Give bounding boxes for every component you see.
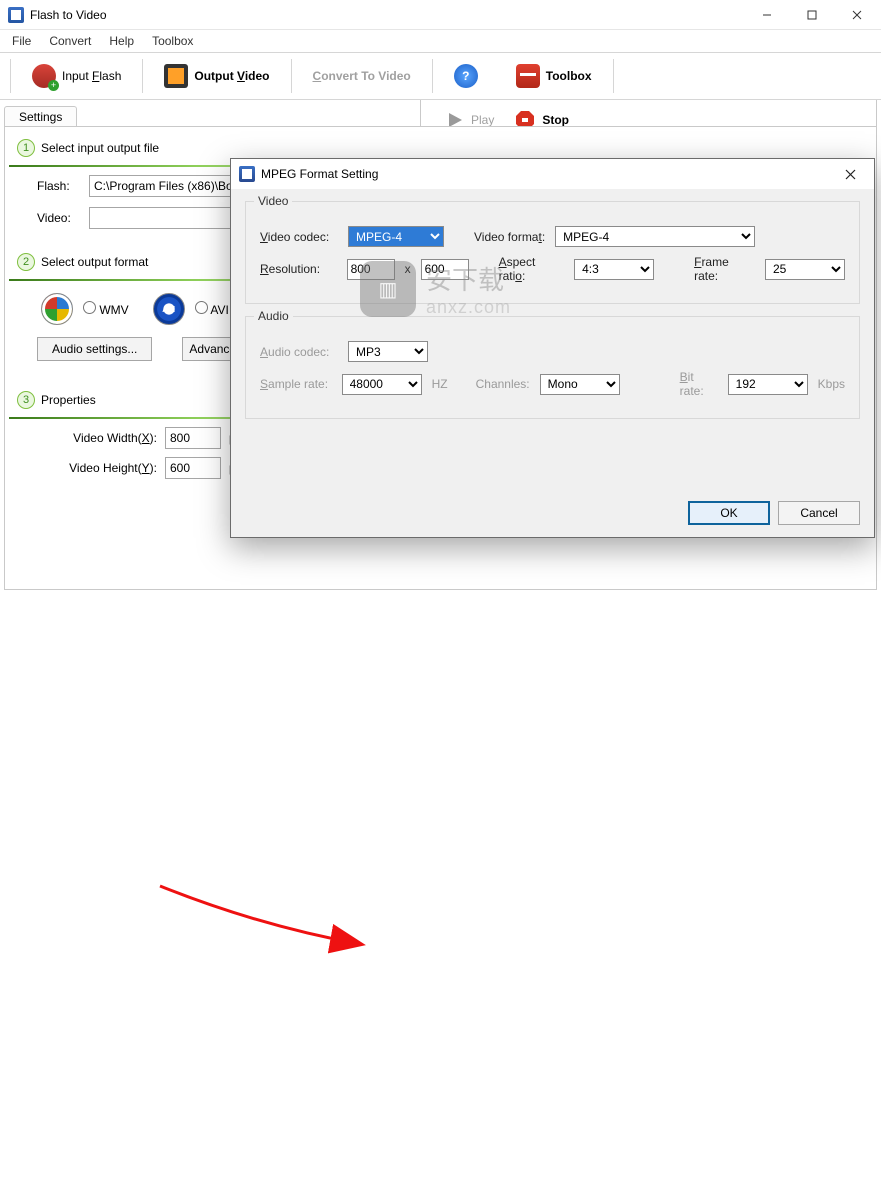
- avi-radio[interactable]: AVI: [195, 301, 229, 317]
- toolbar: + Input Flash Output Video Convert To Vi…: [0, 52, 881, 100]
- wmv-icon: [41, 293, 73, 325]
- help-icon: ?: [454, 64, 478, 88]
- resolution-height-input[interactable]: [421, 259, 469, 280]
- menu-file[interactable]: File: [4, 32, 39, 50]
- tool-convert-to-video: Convert To Video: [294, 56, 430, 96]
- toolbox-icon: [516, 64, 540, 88]
- app-icon: [8, 7, 24, 23]
- input-flash-icon: +: [32, 64, 56, 88]
- video-width-input[interactable]: [165, 427, 221, 449]
- tool-output-video[interactable]: Output Video: [145, 56, 288, 96]
- dialog-close-button[interactable]: [830, 160, 870, 188]
- video-height-input[interactable]: [165, 457, 221, 479]
- menubar: File Convert Help Toolbox: [0, 30, 881, 52]
- video-group: Video Video codec: MPEG-4 Video format: …: [245, 201, 860, 304]
- aspect-ratio-select[interactable]: 4:3: [574, 259, 654, 280]
- maximize-button[interactable]: [789, 0, 834, 30]
- video-width-label: Video Width(X):: [57, 431, 157, 445]
- video-label: Video:: [37, 211, 81, 225]
- ok-button[interactable]: OK: [688, 501, 770, 525]
- menu-toolbox[interactable]: Toolbox: [144, 32, 201, 50]
- video-input[interactable]: [89, 207, 249, 229]
- flash-input[interactable]: [89, 175, 249, 197]
- tool-toolbox[interactable]: Toolbox: [497, 56, 611, 96]
- video-codec-select[interactable]: MPEG-4: [348, 226, 444, 247]
- titlebar: Flash to Video: [0, 0, 881, 30]
- menu-help[interactable]: Help: [101, 32, 142, 50]
- tab-settings[interactable]: Settings: [4, 106, 77, 128]
- annotation-arrow: [0, 596, 881, 1192]
- tool-input-flash[interactable]: + Input Flash: [13, 56, 140, 96]
- dialog-icon: [239, 166, 255, 182]
- channels-select[interactable]: Mono: [540, 374, 620, 395]
- mpeg-format-dialog: MPEG Format Setting Video Video codec: M…: [230, 158, 875, 538]
- step1-header: 1Select input output file: [17, 139, 864, 157]
- output-video-icon: [164, 64, 188, 88]
- video-format-select[interactable]: MPEG-4: [555, 226, 755, 247]
- tool-help[interactable]: ?: [435, 56, 497, 96]
- wmv-radio[interactable]: WMV: [83, 301, 129, 317]
- frame-rate-select[interactable]: 25: [765, 259, 845, 280]
- flash-label: Flash:: [37, 179, 81, 193]
- bit-rate-select[interactable]: 192: [728, 374, 808, 395]
- window-title: Flash to Video: [30, 8, 744, 22]
- cancel-button[interactable]: Cancel: [778, 501, 860, 525]
- audio-group: Audio Audio codec: MP3 Sample rate: 4800…: [245, 316, 860, 419]
- audio-settings-button[interactable]: Audio settings...: [37, 337, 152, 361]
- avi-icon: [153, 293, 185, 325]
- close-button[interactable]: [834, 0, 879, 30]
- sample-rate-select[interactable]: 48000: [342, 374, 422, 395]
- menu-convert[interactable]: Convert: [41, 32, 99, 50]
- resolution-width-input[interactable]: [347, 259, 395, 280]
- dialog-title: MPEG Format Setting: [261, 167, 830, 181]
- minimize-button[interactable]: [744, 0, 789, 30]
- dialog-titlebar: MPEG Format Setting: [231, 159, 874, 189]
- audio-codec-select[interactable]: MP3: [348, 341, 428, 362]
- video-height-label: Video Height(Y):: [57, 461, 157, 475]
